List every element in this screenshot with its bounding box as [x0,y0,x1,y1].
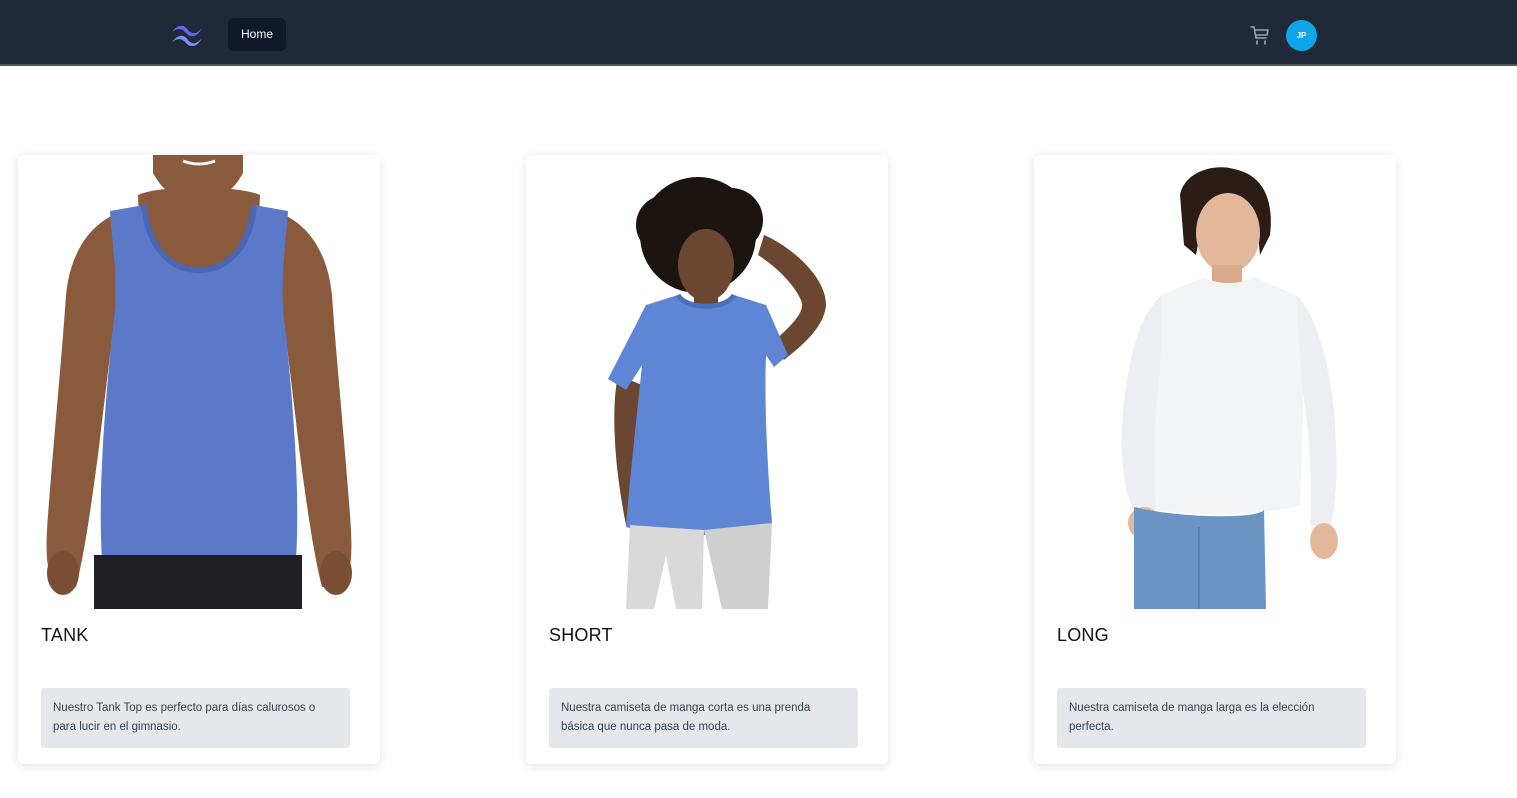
tailwind-logo-icon[interactable] [170,22,204,47]
product-image-short[interactable] [526,155,888,609]
product-title: LONG [1057,625,1109,645]
product-description: Nuestro Tank Top es perfecto para días c… [41,688,350,748]
product-title: SHORT [549,625,613,645]
product-description: Nuestra camiseta de manga larga es la el… [1057,688,1366,748]
product-description: Nuestra camiseta de manga corta es una p… [549,688,858,748]
product-image-tank[interactable] [18,155,380,609]
cart-icon[interactable] [1248,23,1272,47]
product-image-long[interactable] [1034,155,1396,609]
product-card-short[interactable]: SHORT Nuestra camiseta de manga corta es… [526,155,888,764]
product-title: TANK [41,625,89,645]
nav-home-link[interactable]: Home [228,18,286,51]
product-card-tank[interactable]: TANK Nuestro Tank Top es perfecto para d… [18,155,380,764]
user-avatar[interactable]: JP [1286,20,1317,51]
product-card-long[interactable]: LONG Nuestra camiseta de manga larga es … [1034,155,1396,764]
top-navbar: Home JP [0,0,1517,66]
